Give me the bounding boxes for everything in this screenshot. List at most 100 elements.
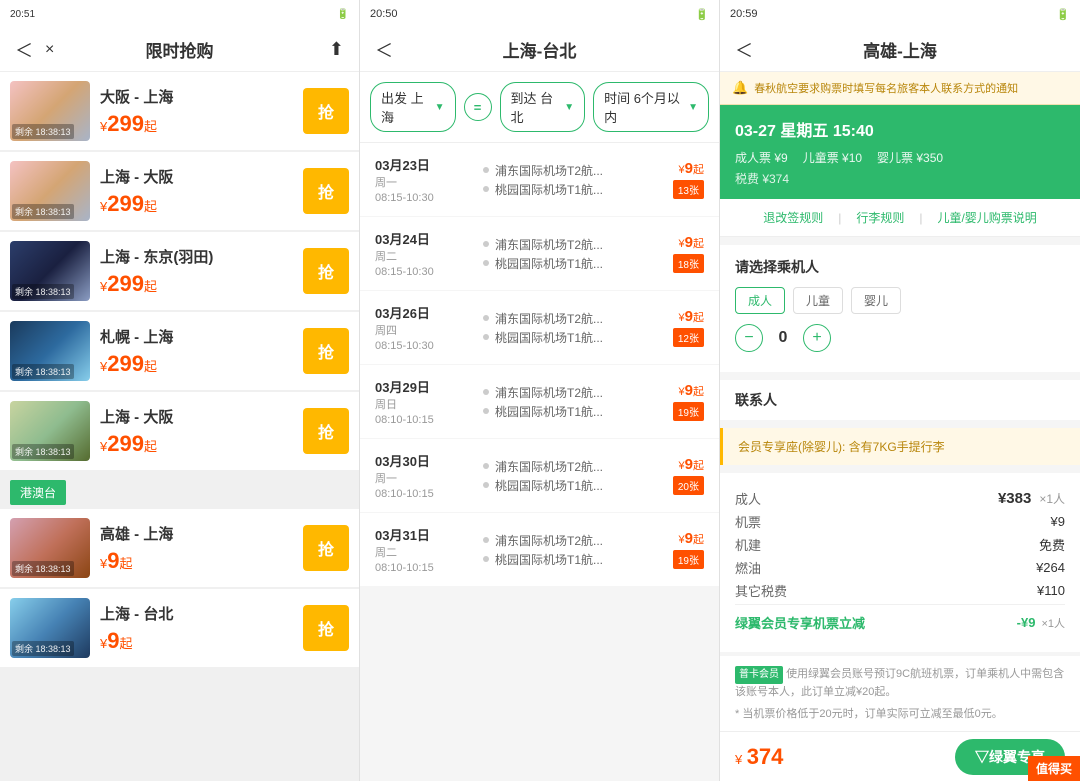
flight-time-str: 08:15-10:30 bbox=[375, 192, 475, 204]
flight-weekday: 周二 bbox=[375, 544, 475, 560]
list-item[interactable]: 剩余 18:38:13 上海 - 大阪 ¥299起 抢 bbox=[0, 152, 359, 230]
dot-icon bbox=[483, 463, 489, 469]
list-item[interactable]: 剩余 18:38:13 上海 - 大阪 ¥299起 抢 bbox=[0, 392, 359, 470]
ticket-types: 成人票 ¥9 儿童票 ¥10 婴儿票 ¥350 bbox=[735, 149, 943, 166]
airport-to: 桃园国际机场T1航... bbox=[495, 477, 603, 494]
price-from: ¥9起 bbox=[644, 160, 704, 177]
flash-buy-btn[interactable]: 抢 bbox=[303, 605, 349, 651]
airport-to: 桃园国际机场T1航... bbox=[495, 551, 603, 568]
dot-icon bbox=[483, 389, 489, 395]
pax-child-type[interactable]: 儿童 bbox=[793, 287, 843, 314]
flash-buy-btn[interactable]: 抢 bbox=[303, 525, 349, 571]
flight-route: 上海 - 大阪 bbox=[100, 166, 293, 187]
price-detail: 成人 ¥383 ×1人 机票 ¥9 机建 免费 燃油 ¥264 其它税费 ¥11… bbox=[720, 473, 1080, 652]
flash-buy-btn[interactable]: 抢 bbox=[303, 408, 349, 454]
flight-row[interactable]: 03月24日 周二 08:15-10:30 浦东国际机场T2航... 桃园国际机… bbox=[360, 217, 719, 290]
tax-label: 其它税费 bbox=[735, 581, 787, 600]
detail-content: 🔔 春秋航空要求购票时填写每名旅客本人联系方式的通知 03-27 星期五 15:… bbox=[720, 72, 1080, 731]
flight-date: 03月31日 bbox=[375, 525, 475, 544]
price-unit: 起 bbox=[693, 312, 704, 324]
price-unit: 起 bbox=[144, 359, 157, 374]
list-item[interactable]: 剩余 18:38:13 高雄 - 上海 ¥9起 抢 bbox=[0, 509, 359, 587]
baggage-rules-link[interactable]: 行李规则 bbox=[856, 209, 904, 226]
price-number: 299 bbox=[107, 431, 144, 456]
flight-row[interactable]: 03月29日 周日 08:10-10:15 浦东国际机场T2航... 桃园国际机… bbox=[360, 365, 719, 438]
fuel-label: 燃油 bbox=[735, 558, 761, 577]
flight-price: ¥9起 bbox=[100, 548, 293, 574]
status-bar-3: 20:59 🔋 bbox=[720, 0, 1080, 28]
flight-row[interactable]: 03月30日 周一 08:10-10:15 浦东国际机场T2航... 桃园国际机… bbox=[360, 439, 719, 512]
child-ticket: 儿童票 ¥10 bbox=[803, 149, 862, 166]
flight-price: ¥9起 bbox=[100, 628, 293, 654]
ticket-price: ¥9 bbox=[1051, 514, 1065, 529]
flash-list: 剩余 18:38:13 大阪 - 上海 ¥299起 抢 剩余 18:38:13 … bbox=[0, 72, 359, 781]
price-unit: 起 bbox=[144, 439, 157, 454]
flash-buy-btn[interactable]: 抢 bbox=[303, 88, 349, 134]
flight-row[interactable]: 03月26日 周四 08:15-10:30 浦东国际机场T2航... 桃园国际机… bbox=[360, 291, 719, 364]
back-btn-1[interactable]: ＜ bbox=[15, 37, 33, 63]
thumb-time: 剩余 18:38:13 bbox=[12, 641, 74, 656]
flight-info: 札幌 - 上海 ¥299起 bbox=[90, 326, 303, 377]
price-number: 9 bbox=[107, 548, 119, 573]
ticket-badge: 19张 bbox=[673, 550, 704, 569]
ticket-label: 机票 bbox=[735, 512, 761, 531]
increase-btn[interactable]: + bbox=[803, 324, 831, 352]
flight-ticket-row: 成人票 ¥9 儿童票 ¥10 婴儿票 ¥350 bbox=[735, 149, 1065, 166]
member-benefit: 会员专享座(除婴儿): 含有7KG手提行李 bbox=[720, 428, 1080, 465]
airport-row: 浦东国际机场T2航... bbox=[483, 236, 636, 253]
flight-price-col: ¥9起 13张 bbox=[644, 160, 704, 199]
flight-price-col: ¥9起 19张 bbox=[644, 382, 704, 421]
price-number: 9 bbox=[685, 456, 693, 473]
list-item[interactable]: 剩余 18:38:13 上海 - 东京(羽田) ¥299起 抢 bbox=[0, 232, 359, 310]
flight-row[interactable]: 03月23日 周一 08:15-10:30 浦东国际机场T2航... 桃园国际机… bbox=[360, 143, 719, 216]
flight-weekday: 周一 bbox=[375, 470, 475, 486]
dot-icon bbox=[483, 482, 489, 488]
price-from: ¥9起 bbox=[644, 234, 704, 251]
list-item[interactable]: 剩余 18:38:13 上海 - 台北 ¥9起 抢 bbox=[0, 589, 359, 667]
back-btn-3[interactable]: ＜ bbox=[735, 37, 753, 63]
tax-info: 税费 ¥374 bbox=[735, 170, 1065, 187]
filter-from[interactable]: 出发 上海 ▼ bbox=[370, 82, 456, 132]
discount-label: 绿翼会员专享机票立减 bbox=[735, 613, 865, 632]
airport-to: 桃园国际机场T1航... bbox=[495, 403, 603, 420]
list-item[interactable]: 剩余 18:38:13 札幌 - 上海 ¥299起 抢 bbox=[0, 312, 359, 390]
flight-price-col: ¥9起 20张 bbox=[644, 456, 704, 495]
filter-equal[interactable]: = bbox=[464, 93, 492, 121]
filter-to[interactable]: 到达 台北 ▼ bbox=[500, 82, 586, 132]
ticket-badge: 20张 bbox=[673, 476, 704, 495]
separator: | bbox=[919, 211, 922, 225]
refund-rules-link[interactable]: 退改签规则 bbox=[763, 209, 823, 226]
pax-infant-type[interactable]: 婴儿 bbox=[851, 287, 901, 314]
price-unit: 起 bbox=[693, 164, 704, 176]
close-btn-1[interactable]: × bbox=[45, 41, 54, 59]
chevron-down-icon: ▼ bbox=[564, 102, 574, 113]
decrease-btn[interactable]: − bbox=[735, 324, 763, 352]
flight-price-col: ¥9起 19张 bbox=[644, 530, 704, 569]
share-btn-1[interactable]: ⬆ bbox=[329, 39, 344, 60]
filter-time[interactable]: 时间 6个月以内 ▼ bbox=[593, 82, 709, 132]
flight-weekday: 周二 bbox=[375, 248, 475, 264]
flight-info: 上海 - 台北 ¥9起 bbox=[90, 603, 303, 654]
flash-buy-btn[interactable]: 抢 bbox=[303, 168, 349, 214]
flash-buy-btn[interactable]: 抢 bbox=[303, 248, 349, 294]
pax-adult-type[interactable]: 成人 bbox=[735, 287, 785, 314]
flash-buy-btn[interactable]: 抢 bbox=[303, 328, 349, 374]
member-note: 普卡会员 使用绿翼会员账号预订9C航班机票，订单乘机人中需包含该账号本人，此订单… bbox=[720, 656, 1080, 731]
member-badge: 普卡会员 bbox=[735, 666, 783, 684]
child-rules-link[interactable]: 儿童/婴儿购票说明 bbox=[937, 209, 1036, 226]
price-row-adult: 成人 ¥383 ×1人 bbox=[735, 489, 1065, 508]
adult-ticket: 成人票 ¥9 bbox=[735, 149, 788, 166]
back-btn-2[interactable]: ＜ bbox=[375, 37, 393, 63]
flight-thumb: 剩余 18:38:13 bbox=[10, 161, 90, 221]
airport-row: 桃园国际机场T1航... bbox=[483, 477, 636, 494]
thumb-time: 剩余 18:38:13 bbox=[12, 444, 74, 459]
flight-list: 03月23日 周一 08:15-10:30 浦东国际机场T2航... 桃园国际机… bbox=[360, 143, 719, 781]
flight-airports: 浦东国际机场T2航... 桃园国际机场T1航... bbox=[475, 234, 644, 274]
price-number: 9 bbox=[685, 160, 693, 177]
flight-thumb: 剩余 18:38:13 bbox=[10, 598, 90, 658]
price-unit: 起 bbox=[144, 199, 157, 214]
list-item[interactable]: 剩余 18:38:13 大阪 - 上海 ¥299起 抢 bbox=[0, 72, 359, 150]
flight-weekday: 周四 bbox=[375, 322, 475, 338]
chevron-down-icon: ▼ bbox=[435, 102, 445, 113]
flight-row[interactable]: 03月31日 周二 08:10-10:15 浦东国际机场T2航... 桃园国际机… bbox=[360, 513, 719, 586]
